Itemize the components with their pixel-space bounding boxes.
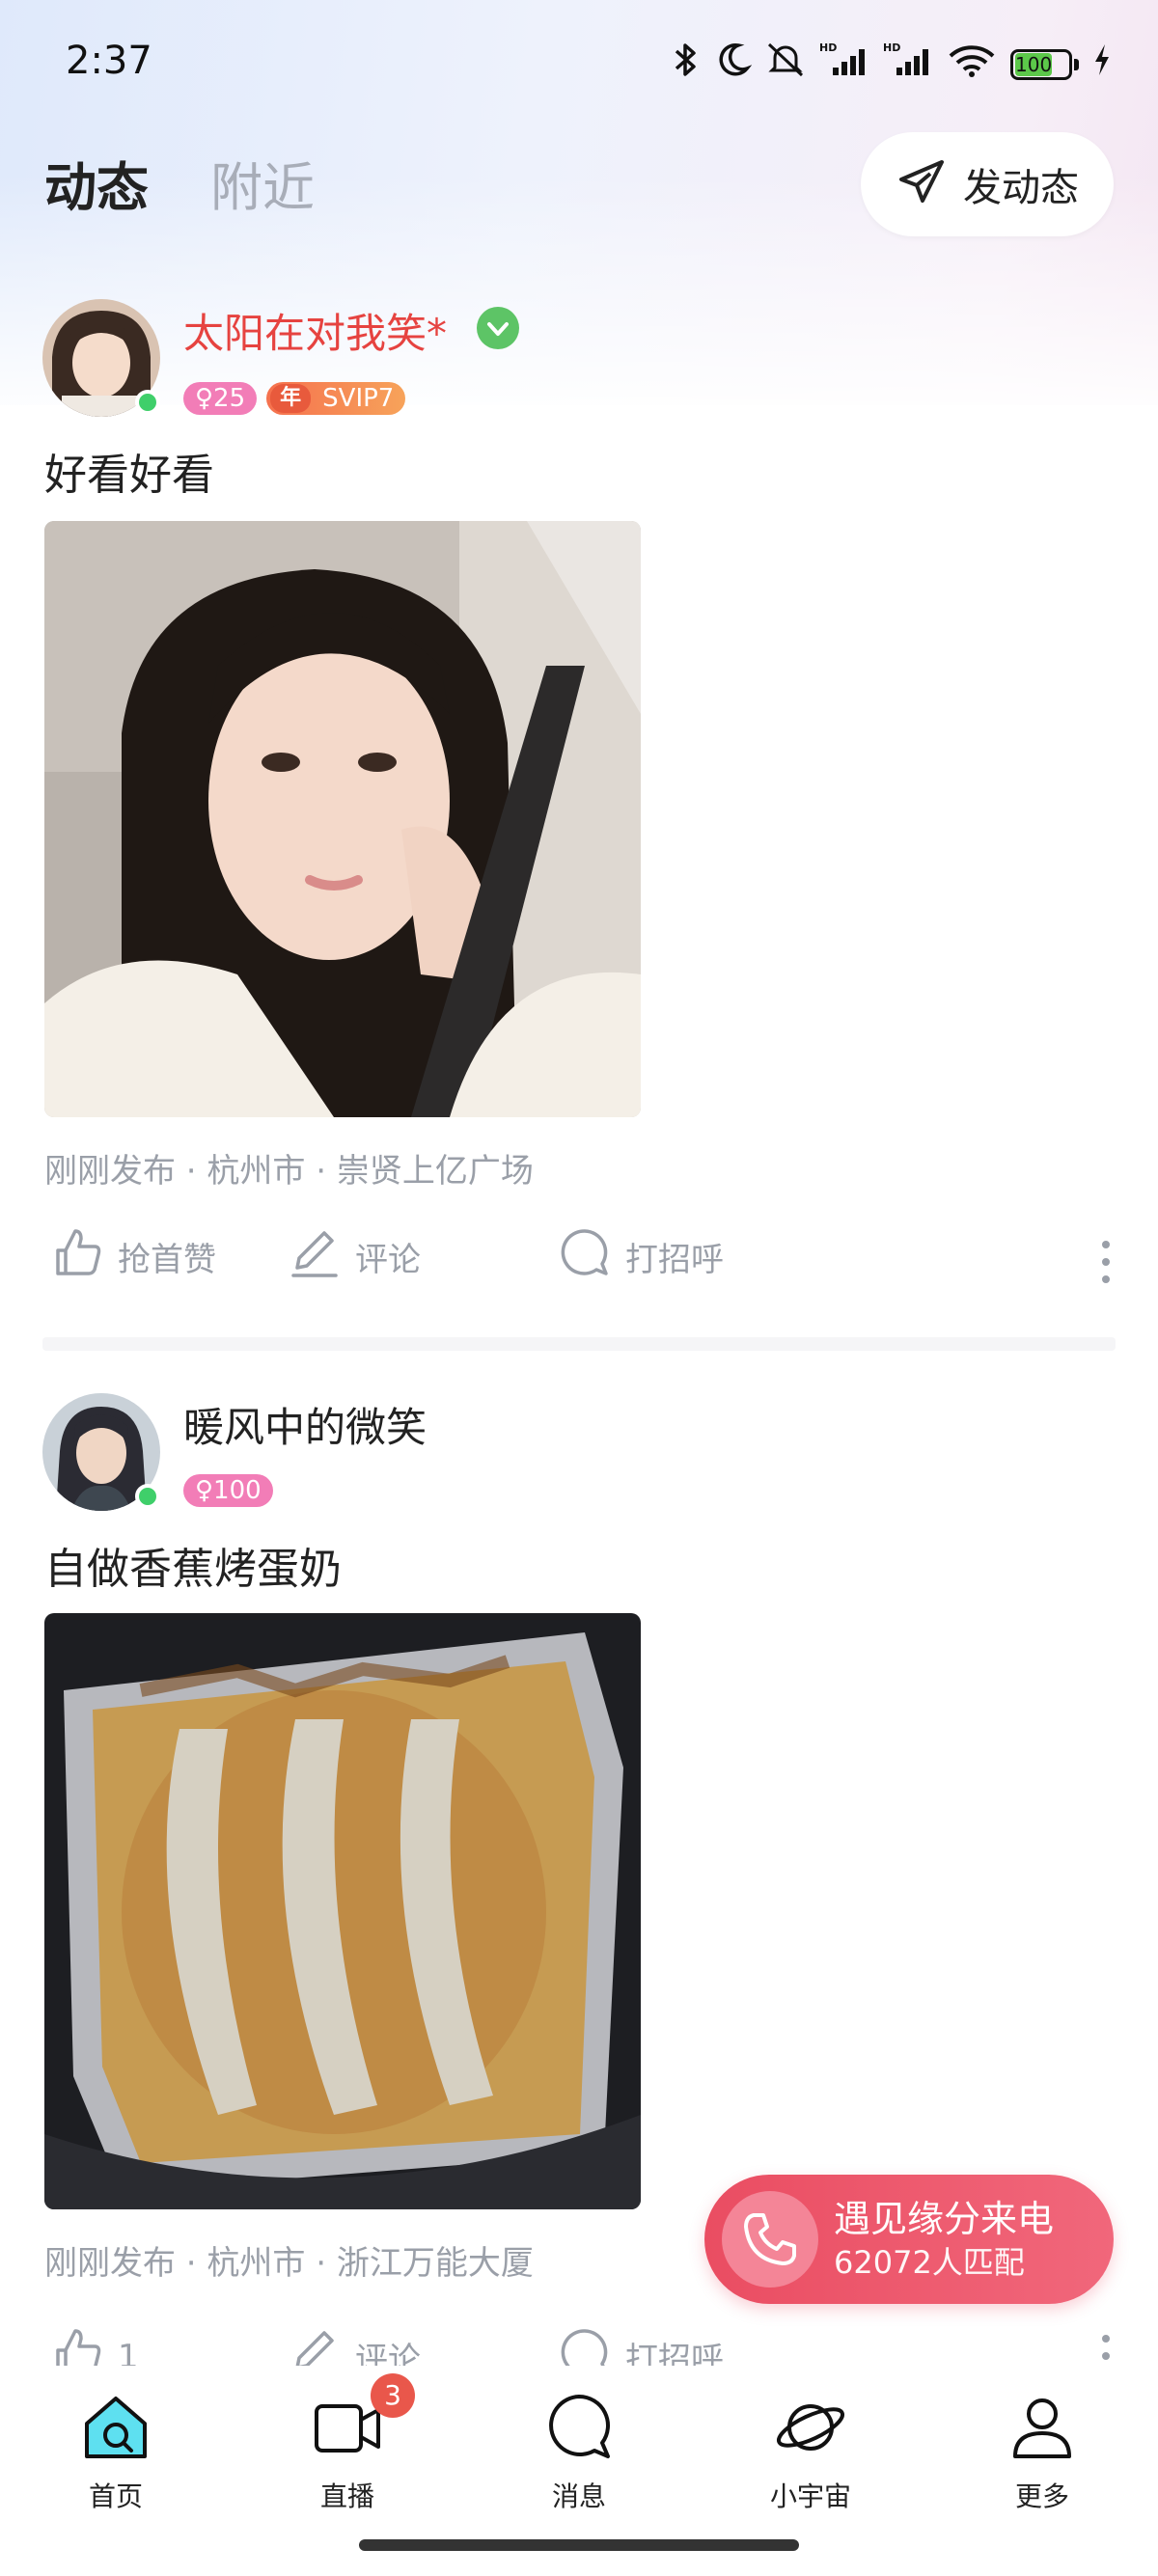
pen-icon [288,1225,342,1288]
message-bubble-icon [540,2389,618,2466]
moon-icon [715,41,753,88]
send-icon [896,156,948,212]
post-2-photo[interactable] [44,1613,641,2209]
thumbs-up-icon [50,1225,104,1288]
vip-badge: 年 SVIP7 [266,382,406,415]
signal-hd-icon-2: HD [883,41,933,88]
tab-moments[interactable]: 动态 [44,145,149,221]
post-1-actions: 抢首赞 评论 打招呼 [0,1225,1158,1302]
nav-universe[interactable]: 小宇宙 [733,2389,888,2514]
post-1-photo[interactable] [44,521,641,1117]
match-call-card[interactable]: 遇见缘分来电 62072人匹配 [704,2175,1114,2304]
planet-icon [772,2389,849,2466]
bluetooth-icon [669,41,702,88]
battery-icon: 100 [1010,48,1079,80]
user-profile-icon [1004,2389,1081,2466]
nav-universe-label: 小宇宙 [769,2480,851,2512]
match-call-title: 遇见缘分来电 [834,2198,1055,2240]
post-moment-button[interactable]: 发动态 [861,132,1114,236]
like-button[interactable]: 抢首赞 [50,1225,216,1288]
vip-level: SVIP7 [322,384,395,413]
greet-label: 打招呼 [625,2341,724,2366]
post-1-username[interactable]: 太阳在对我笑* [183,301,447,360]
post-1-caption: 好看好看 [44,451,214,500]
online-indicator [135,390,160,415]
comment-button[interactable]: 评论 [288,2325,421,2366]
signal-hd-icon-1: HD [819,41,869,88]
age-badge-value: 100 [213,1476,262,1505]
post-2-caption: 自做香蕉烤蛋奶 [44,1545,342,1594]
nav-messages-label: 消息 [551,2480,606,2512]
live-badge: 3 [371,2373,415,2418]
home-icon [77,2389,154,2466]
greet-button[interactable]: 打招呼 [558,1225,724,1288]
age-badge: ♀25 [183,382,258,415]
post-2-meta: 刚刚发布 · 杭州市 · 浙江万能大厦 [44,2244,534,2283]
vip-year-badge: 年 [270,384,312,413]
status-icons: HD HD 100 [669,41,1112,88]
greet-label: 打招呼 [625,1241,724,1279]
home-indicator[interactable] [359,2539,799,2551]
signal-hd-label-2: HD [883,41,900,54]
age-badge: ♀100 [183,1474,273,1507]
signal-hd-label-1: HD [819,41,837,54]
online-indicator [135,1484,160,1509]
status-time: 2:37 [66,39,152,83]
comment-label: 评论 [355,2341,421,2366]
comment-label: 评论 [355,1241,421,1279]
nav-messages[interactable]: 消息 [502,2389,656,2514]
more-options-icon[interactable] [1100,1241,1112,1283]
tab-nearby[interactable]: 附近 [210,145,315,221]
post-1-meta: 刚刚发布 · 杭州市 · 崇贤上亿广场 [44,1152,534,1191]
nav-live[interactable]: 3 直播 [270,2373,425,2514]
post-2-username[interactable]: 暖风中的微笑 [183,1395,427,1454]
nav-home[interactable]: 首页 [39,2389,193,2514]
pen-icon [288,2325,342,2366]
post-2-avatar[interactable] [42,1393,160,1511]
wifi-icon [947,41,997,88]
chat-bubble-icon [558,2325,612,2366]
match-call-subtitle: 62072人匹配 [834,2244,1025,2281]
nav-more-label: 更多 [1014,2480,1069,2512]
thumbs-up-icon [50,2325,104,2366]
nav-home-label: 首页 [88,2480,143,2512]
post-moment-label: 发动态 [963,166,1079,210]
mute-bell-icon [765,41,806,88]
nav-live-label: 直播 [319,2480,374,2512]
charging-bolt-icon [1092,41,1112,88]
age-badge-value: 25 [213,384,246,413]
post-1-badges: ♀25 年 SVIP7 [183,382,406,415]
like-count: 1 [118,2337,139,2367]
like-label: 抢首赞 [118,1241,216,1279]
more-options-icon[interactable] [1100,2335,1112,2366]
feed-tabs: 动态 附近 [44,145,315,221]
like-button[interactable]: 1 [50,2325,139,2366]
phone-icon [722,2191,818,2288]
battery-level: 100 [1015,52,1053,76]
post-2-badges: ♀100 [183,1474,273,1507]
post-divider [42,1337,1116,1351]
video-camera-icon: 3 [309,2373,415,2466]
greet-button[interactable]: 打招呼 [558,2325,724,2366]
verified-badge-icon [477,307,519,349]
chat-bubble-icon [558,1225,612,1288]
post-1-avatar[interactable] [42,299,160,417]
status-bar: 2:37 HD HD 100 [0,0,1158,125]
comment-button[interactable]: 评论 [288,1225,421,1288]
post-2-actions: 1 评论 打招呼 [0,2316,1158,2366]
nav-more[interactable]: 更多 [965,2389,1119,2514]
